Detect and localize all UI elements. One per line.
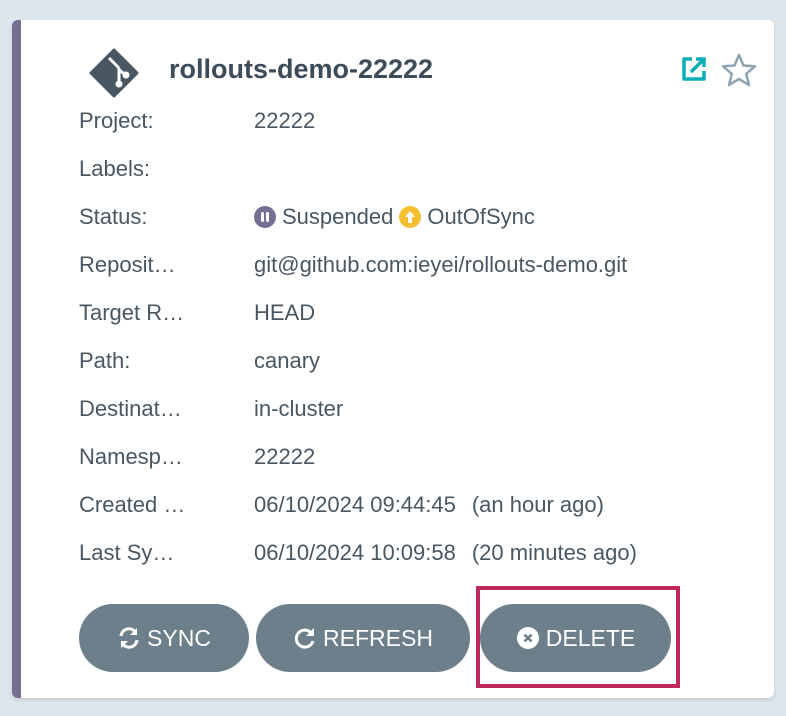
field-label: Status: [79, 204, 148, 229]
arrow-up-circle-icon [399, 206, 422, 228]
field-label: Labels: [79, 156, 150, 181]
field-value: HEAD [254, 300, 316, 325]
field-value: git@github.com:ieyei/rollouts-demo.git [254, 252, 628, 277]
field-label: Created … [79, 492, 186, 517]
delete-button[interactable]: DELETE [480, 604, 671, 672]
last-sync-relative: (20 minutes ago) [471, 540, 637, 565]
last-sync-timestamp: 06/10/2024 10:09:58 [254, 540, 456, 565]
health-status: Suspended [282, 204, 394, 229]
sync-icon [119, 627, 139, 649]
field-value: in-cluster [254, 396, 344, 421]
field-label: Path: [79, 348, 131, 373]
app-title[interactable]: rollouts-demo-22222 [169, 54, 433, 85]
close-circle-icon [516, 627, 539, 649]
field-value: 06/10/2024 09:44:45 (an hour ago) [254, 490, 604, 520]
field-label: Last Sy… [79, 540, 175, 565]
refresh-label: REFRESH [323, 624, 433, 651]
field-value: 22222 [254, 444, 316, 469]
field-label: Destinat… [79, 396, 182, 421]
refresh-icon [294, 628, 315, 649]
pause-circle-icon [254, 206, 276, 228]
external-link-icon[interactable] [679, 54, 709, 84]
refresh-button[interactable]: REFRESH [256, 604, 470, 672]
field-label: Project: [79, 108, 154, 133]
sync-status: OutOfSync [427, 204, 535, 229]
sync-label: SYNC [147, 624, 211, 651]
star-icon[interactable] [721, 53, 757, 87]
field-value: canary [254, 348, 321, 373]
field-value: 06/10/2024 10:09:58 (20 minutes ago) [254, 538, 637, 568]
field-value: 22222 [254, 108, 316, 133]
created-relative: (an hour ago) [471, 492, 604, 517]
field-label: Reposit… [79, 252, 176, 277]
field-label: Namesp… [79, 444, 183, 469]
git-icon [89, 48, 139, 98]
application-card[interactable]: rollouts-demo-22222 Project: 22222 Label… [12, 20, 774, 698]
delete-label: DELETE [545, 624, 636, 651]
created-timestamp: 06/10/2024 09:44:45 [254, 492, 456, 517]
sync-button[interactable]: SYNC [79, 604, 249, 672]
status-value: Suspended OutOfSync [254, 202, 535, 232]
field-label: Target R… [79, 300, 185, 325]
